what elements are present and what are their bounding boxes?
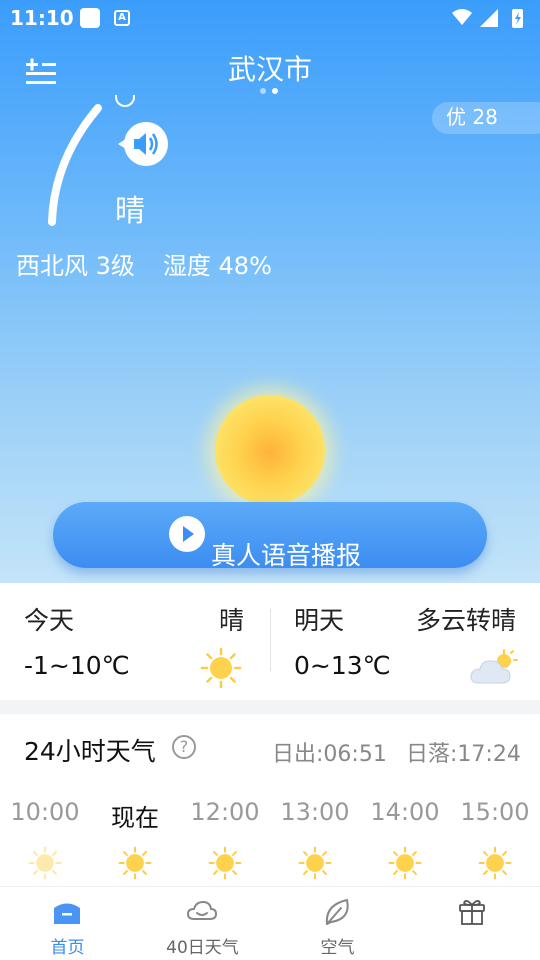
sunset-time: 日落:17:24 xyxy=(406,742,521,767)
voice-broadcast-label: 真人语音播报 xyxy=(211,541,362,570)
cloud-icon xyxy=(186,900,218,920)
forecast-temp: 0~13℃ xyxy=(294,651,391,680)
sun-icon xyxy=(208,846,242,880)
notification-icon xyxy=(80,8,100,28)
sun-icon xyxy=(200,647,242,689)
wifi-icon xyxy=(452,9,472,25)
forecast-condition: 多云转晴 xyxy=(415,606,516,635)
hourly-forecast: 24小时天气 ? 日出:06:51 日落:17:24 10:00 现在 12:0… xyxy=(0,714,540,886)
voice-broadcast-button[interactable]: 真人语音播报 xyxy=(53,502,487,570)
tab-air[interactable]: 空气 xyxy=(270,887,405,960)
forecast-today[interactable]: 今天 晴 -1~10℃ xyxy=(0,583,270,700)
tab-label: 空气 xyxy=(320,938,355,958)
tab-40day[interactable]: 40日天气 xyxy=(135,887,270,960)
sunrise-time: 日出:06:51 xyxy=(272,742,387,767)
status-time: 11:10 xyxy=(10,6,74,30)
forecast-day-label: 今天 xyxy=(24,606,75,635)
forecast-day-label: 明天 xyxy=(294,606,345,635)
tab-label: 首页 xyxy=(50,938,85,958)
city-title[interactable]: 武汉市 xyxy=(0,48,540,88)
weather-hero: 11:10 A 武汉市 晴 优 28 西北风 3级 湿度 48% 真人语音播报 xyxy=(0,0,540,583)
wind-humidity: 西北风 3级 湿度 48% xyxy=(16,246,272,281)
sun-icon xyxy=(28,846,62,880)
page-dot xyxy=(260,88,266,94)
tab-label: 40日天气 xyxy=(166,938,239,958)
hourly-title: 24小时天气 xyxy=(24,737,156,766)
forecast-condition: 晴 xyxy=(218,606,244,635)
wind-label: 西北风 3级 xyxy=(16,252,135,280)
home-icon xyxy=(54,903,80,924)
speaker-icon[interactable] xyxy=(116,120,170,168)
system-status-icons xyxy=(452,9,523,28)
humidity-label: 湿度 48% xyxy=(162,252,272,280)
aqi-badge[interactable]: 优 28 xyxy=(432,102,540,134)
status-bar: 11:10 A xyxy=(0,0,540,36)
sun-icon xyxy=(388,846,422,880)
forecast-temp: -1~10℃ xyxy=(24,651,130,680)
play-icon xyxy=(169,516,205,552)
hour-time[interactable]: 10:00 xyxy=(0,798,90,826)
hour-time[interactable]: 14:00 xyxy=(360,798,450,826)
bottom-tab-bar: 首页 40日天气 空气 xyxy=(0,886,540,960)
sun-icon xyxy=(118,846,152,880)
sun-icon xyxy=(478,846,512,880)
hour-time[interactable]: 12:00 xyxy=(180,798,270,826)
sun-illustration xyxy=(215,395,325,505)
forecast-tomorrow[interactable]: 明天 多云转晴 0~13℃ xyxy=(270,583,540,700)
daily-forecast: 今天 晴 -1~10℃ 明天 多云转晴 0~13℃ xyxy=(0,583,540,700)
sun-icon xyxy=(298,846,332,880)
hour-time-now[interactable]: 现在 xyxy=(90,798,180,833)
tab-gift[interactable] xyxy=(405,887,540,960)
help-icon[interactable]: ? xyxy=(172,735,196,759)
cloud-sun-icon xyxy=(470,649,518,684)
page-indicator xyxy=(258,88,282,96)
page-dot-active xyxy=(272,88,278,94)
leaf-icon xyxy=(325,899,349,925)
hour-time[interactable]: 15:00 xyxy=(450,798,540,826)
hour-time[interactable]: 13:00 xyxy=(270,798,360,826)
app-notification-icon: A xyxy=(114,10,130,26)
tab-home[interactable]: 首页 xyxy=(0,887,135,960)
gift-icon xyxy=(459,900,485,925)
signal-icon xyxy=(480,9,498,27)
current-condition: 晴 xyxy=(115,194,145,229)
